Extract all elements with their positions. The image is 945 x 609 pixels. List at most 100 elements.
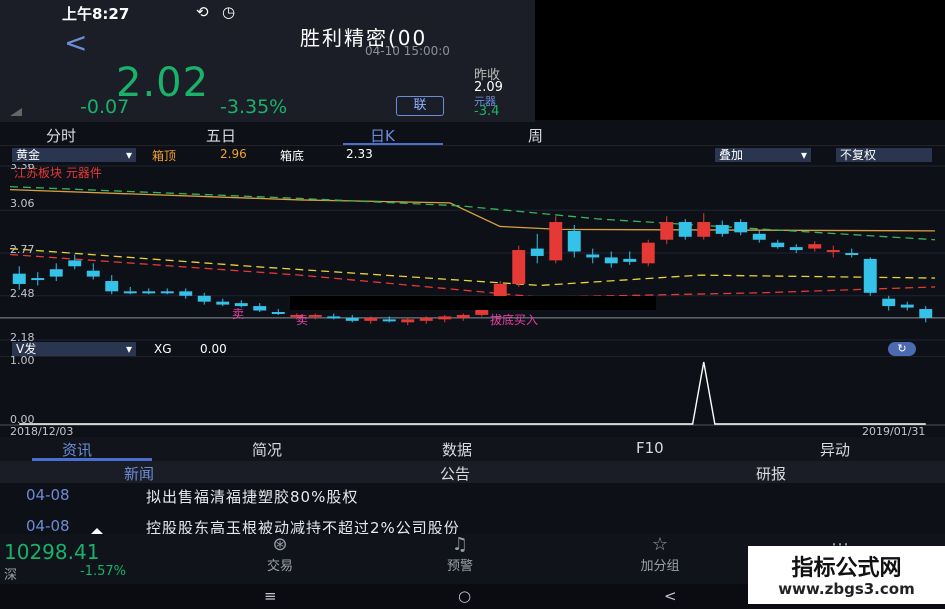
tab-five-day[interactable]: 五日 — [206, 125, 236, 146]
price-change-pct: -3.35% — [220, 96, 288, 118]
nav-add-group[interactable]: ☆ 加分组 — [610, 534, 710, 584]
news-date: 04-08 — [26, 517, 70, 535]
candle-body — [512, 250, 526, 284]
home-icon[interactable]: ○ — [458, 587, 471, 605]
candle-body — [882, 298, 896, 307]
tab-intraday[interactable]: 分时 — [46, 125, 76, 146]
index-ticker[interactable]: 10298.41 深 -1.57% — [0, 534, 180, 584]
volume-indicator-label: V发 — [16, 342, 37, 356]
y-tick: 3.36 — [10, 164, 35, 172]
candle-body — [549, 222, 563, 261]
indicator-select-label: 黄金 — [16, 148, 41, 162]
sell-label: 卖 — [296, 313, 308, 327]
back-nav-icon[interactable]: < — [664, 587, 677, 605]
tab-news[interactable]: 资讯 — [62, 439, 92, 460]
price-change: -0.07 — [80, 96, 130, 118]
candle-body — [31, 278, 45, 281]
overlay-select-label: 叠加 — [719, 148, 744, 162]
candle-body — [382, 319, 396, 322]
chevron-down-icon: ▾ — [800, 148, 807, 162]
candle-body — [771, 242, 785, 248]
candle-body — [641, 242, 655, 264]
xg-series-line — [19, 361, 926, 425]
candle-body — [789, 247, 803, 251]
candle-body — [179, 291, 193, 296]
list-item[interactable]: 04-08 拟出售福清福捷塑胶80%股权 — [0, 483, 945, 508]
redaction-block — [535, 0, 945, 120]
candle-body — [12, 273, 26, 284]
candle-body — [734, 222, 748, 233]
status-time: 上午8:27 — [62, 5, 130, 23]
subtab-announcements[interactable]: 公告 — [440, 463, 470, 484]
nav-alert-label: 预警 — [446, 559, 473, 574]
star-icon: ☆ — [651, 534, 669, 555]
tab-movement[interactable]: 异动 — [820, 439, 850, 460]
candle-body — [863, 258, 877, 293]
candle-body — [826, 250, 840, 253]
period-tabs: 分时 五日 日K 周 — [0, 122, 945, 146]
current-price: 2.02 — [116, 60, 210, 106]
box-bottom-label: 箱底 — [280, 149, 305, 163]
index-value: 10298.41 — [4, 540, 100, 564]
quote-timestamp: 04-10 15:00:0 — [365, 44, 450, 58]
candle-body — [216, 301, 230, 305]
box-bottom-value: 2.33 — [346, 147, 373, 161]
candle-body — [142, 291, 156, 294]
y-tick: 2.77 — [10, 243, 35, 256]
candle-body — [438, 316, 452, 320]
candle-body — [308, 314, 322, 317]
overlay-select[interactable]: 叠加 ▾ — [715, 148, 811, 162]
back-button[interactable]: < — [64, 26, 87, 59]
moving-average-lines — [9, 185, 936, 298]
candle-body — [364, 317, 378, 321]
nav-add-group-label: 加分组 — [640, 559, 680, 574]
news-title: 拟出售福清福捷塑胶80%股权 — [146, 488, 359, 506]
candle-body — [49, 269, 63, 277]
candle-body — [660, 222, 674, 240]
candle-body — [919, 309, 933, 318]
subtab-news[interactable]: 新闻 — [124, 463, 154, 484]
sync-icon: ⟲ — [196, 3, 209, 21]
box-top-label: 箱顶 — [152, 149, 177, 163]
subtab-research[interactable]: 研报 — [756, 463, 786, 484]
sell-label: 卖 — [232, 307, 244, 321]
tab-overview[interactable]: 简况 — [252, 439, 282, 460]
candle-body — [160, 291, 174, 294]
menu-icon[interactable]: ≡ — [264, 587, 277, 605]
candle-body — [530, 248, 544, 256]
ma-mid-line — [9, 247, 936, 287]
candle-body — [678, 222, 692, 237]
sector-change: -3.4 — [474, 104, 500, 119]
watermark-url: www.zbgs3.com — [778, 580, 915, 598]
xg-label: XG — [154, 342, 172, 356]
trade-icon: ⊛ — [272, 534, 288, 555]
candle-body — [808, 244, 822, 249]
candle-body — [327, 316, 341, 319]
link-button[interactable]: 联 — [396, 96, 444, 116]
collapse-corner-icon[interactable] — [10, 108, 22, 116]
tab-f10[interactable]: F10 — [636, 439, 664, 457]
refresh-icon[interactable]: ↻ — [888, 342, 916, 356]
tab-weekly[interactable]: 周 — [528, 125, 543, 146]
volume-toolbar: V发 ▾ XG 0.00 ↻ — [0, 342, 945, 356]
bell-icon: ♫ — [451, 534, 469, 555]
adjust-select-label: 不复权 — [840, 148, 877, 162]
y-tick: 2.48 — [10, 287, 35, 300]
candle-body — [697, 222, 711, 237]
adjust-select[interactable]: 不复权 — [836, 148, 932, 162]
index-name: 深 — [4, 568, 18, 583]
nav-alert[interactable]: ♫ 预警 — [420, 534, 500, 584]
chart-toolbar: 黄金 ▾ 箱顶 2.96 箱底 2.33 叠加 ▾ 不复权 — [0, 146, 945, 164]
candle-body — [604, 257, 618, 264]
tab-data[interactable]: 数据 — [442, 439, 472, 460]
candle-body — [234, 303, 248, 307]
volume-indicator-select[interactable]: V发 ▾ — [12, 342, 136, 356]
candle-body — [456, 314, 470, 318]
nav-trade[interactable]: ⊛ 交易 — [240, 534, 320, 584]
news-sub-tabs: 新闻 公告 研报 — [0, 461, 945, 483]
candle-body — [123, 291, 137, 294]
candle-body — [586, 254, 600, 258]
indicator-chart[interactable]: 1.00 0.00 — [0, 356, 945, 426]
indicator-select[interactable]: 黄金 ▾ — [12, 148, 136, 162]
candle-body — [567, 230, 581, 252]
